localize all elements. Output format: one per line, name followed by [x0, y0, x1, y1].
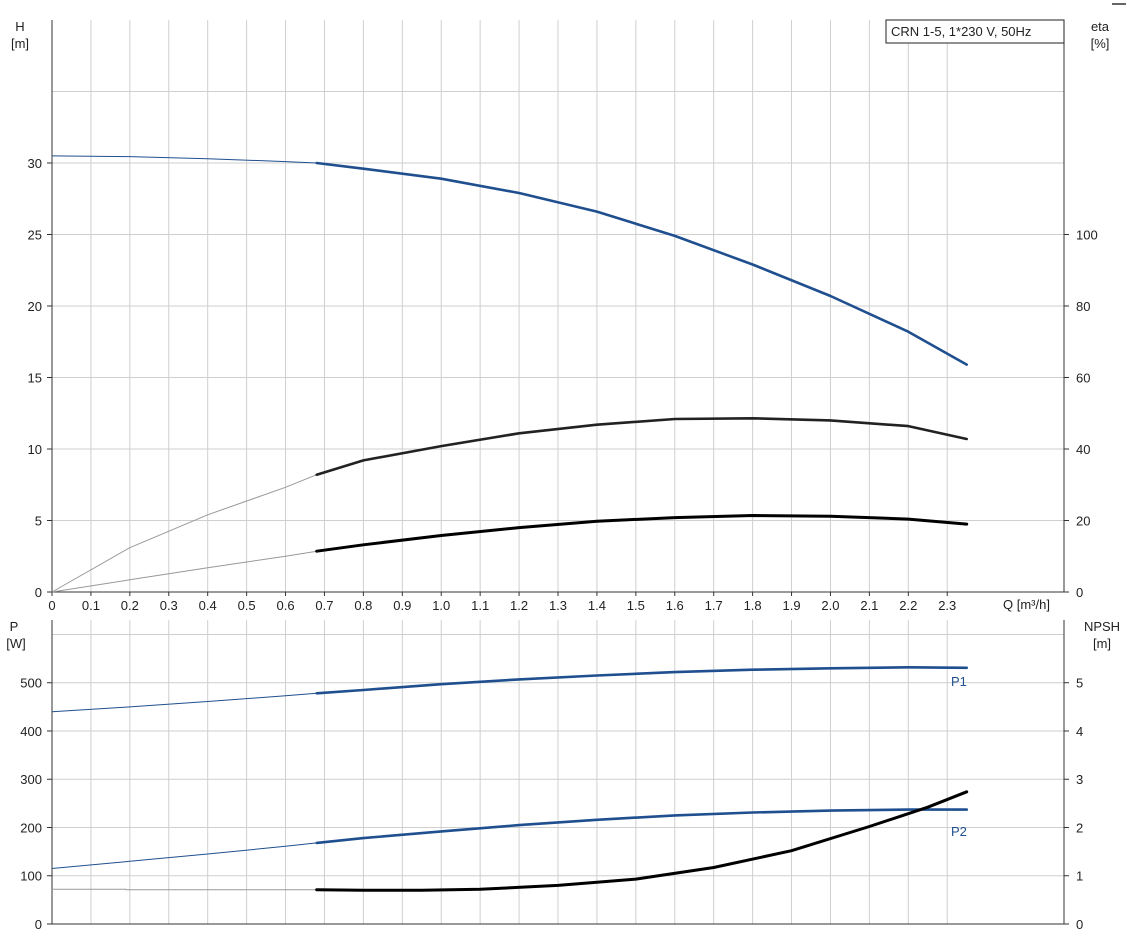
- top-x-tick-label: 1.3: [549, 598, 567, 613]
- top-x-tick-label: 0.1: [82, 598, 100, 613]
- top-y-right-tick-label: 0: [1076, 585, 1083, 600]
- bottom-y-left-label-line2: [W]: [6, 636, 26, 651]
- bottom-y-left-tick-label: 200: [20, 820, 42, 835]
- bottom-y-right-tick-label: 4: [1076, 724, 1083, 739]
- top-x-tick-label: 0.9: [393, 598, 411, 613]
- legend-text: CRN 1-5, 1*230 V, 50Hz: [891, 24, 1031, 39]
- series-eta-extrapolated: [51, 474, 317, 593]
- top-x-tick-label: 1.1: [471, 598, 489, 613]
- top-x-tick-label: 0.8: [354, 598, 372, 613]
- top-y-left-tick-label: 20: [28, 299, 42, 314]
- series-eta2-extrapolated: [51, 550, 317, 593]
- top-x-tick-label: 0.3: [160, 598, 178, 613]
- top-y-right-label-line2: [%]: [1091, 36, 1110, 51]
- top-x-tick-label: 0.4: [199, 598, 217, 613]
- top-y-right-label-line1: eta: [1091, 19, 1110, 34]
- top-x-tick-label: 1.6: [666, 598, 684, 613]
- top-y-left-label-line2: [m]: [11, 36, 29, 51]
- bottom-y-left-tick-label: 300: [20, 772, 42, 787]
- top-x-tick-label: 2.0: [821, 598, 839, 613]
- top-y-right-tick-label: 20: [1076, 514, 1090, 529]
- top-x-tick-label: 1.2: [510, 598, 528, 613]
- bottom-y-right-label-line1: NPSH: [1084, 619, 1120, 634]
- top-y-right-tick-label: 80: [1076, 299, 1090, 314]
- top-x-tick-label: 1.9: [782, 598, 800, 613]
- top-y-left-tick-label: 25: [28, 228, 42, 243]
- top-y-right-tick-label: 100: [1076, 228, 1098, 243]
- top-y-right-tick-label: 40: [1076, 442, 1090, 457]
- top-x-tick-label: 0: [48, 598, 55, 613]
- bottom-y-left-tick-label: 400: [20, 724, 42, 739]
- bottom-y-right-tick-label: 1: [1076, 869, 1083, 884]
- top-x-tick-label: 1.8: [744, 598, 762, 613]
- x-axis-label: Q [m³/h]: [1003, 597, 1050, 612]
- series-label-p1: P1: [951, 674, 967, 689]
- top-x-tick-label: 1.5: [627, 598, 645, 613]
- top-x-tick-label: 2.3: [938, 598, 956, 613]
- top-x-tick-label: 1.4: [588, 598, 606, 613]
- top-chart-grid: [51, 20, 1065, 593]
- bottom-chart-grid: [51, 620, 1065, 925]
- top-x-tick-label: 0.5: [238, 598, 256, 613]
- series-p2-extrapolated: [51, 842, 317, 869]
- bottom-y-right-tick-label: 0: [1076, 917, 1083, 932]
- top-y-left-tick-label: 5: [35, 514, 42, 529]
- top-x-tick-label: 0.6: [276, 598, 294, 613]
- top-x-tick-label: 0.2: [121, 598, 139, 613]
- top-x-tick-label: 2.1: [860, 598, 878, 613]
- top-x-tick-label: 1.0: [432, 598, 450, 613]
- top-y-left-tick-label: 0: [35, 585, 42, 600]
- series-h-extrapolated: [51, 155, 317, 164]
- top-y-left-tick-label: 30: [28, 156, 42, 171]
- bottom-y-right-tick-label: 2: [1076, 820, 1083, 835]
- axis-ticks: 0510152025300204060801000 0.1 0.2 0.3 0.4 0.5…: [20, 156, 1097, 932]
- bottom-y-left-tick-label: 100: [20, 869, 42, 884]
- pump-performance-chart: 0510152025300204060801000 0.1 0.2 0.3 0.4 0.5…: [6, 19, 1120, 932]
- bottom-y-right-label-line2: [m]: [1093, 636, 1111, 651]
- bottom-y-left-tick-label: 0: [35, 917, 42, 932]
- bottom-y-right-tick-label: 3: [1076, 772, 1083, 787]
- top-y-left-label-line1: H: [15, 19, 24, 34]
- bottom-y-right-tick-label: 5: [1076, 676, 1083, 691]
- bottom-y-left-tick-label: 500: [20, 676, 42, 691]
- series-p1-extrapolated: [51, 692, 317, 713]
- top-chart-series: [51, 155, 969, 593]
- top-x-tick-label: 2.2: [899, 598, 917, 613]
- top-x-tick-label: 0.7: [315, 598, 333, 613]
- top-y-right-tick-label: 60: [1076, 371, 1090, 386]
- top-y-left-tick-label: 10: [28, 442, 42, 457]
- series-label-p2: P2: [951, 824, 967, 839]
- top-y-left-tick-label: 15: [28, 371, 42, 386]
- bottom-y-left-label-line1: P: [10, 619, 19, 634]
- top-x-tick-label: 1.7: [705, 598, 723, 613]
